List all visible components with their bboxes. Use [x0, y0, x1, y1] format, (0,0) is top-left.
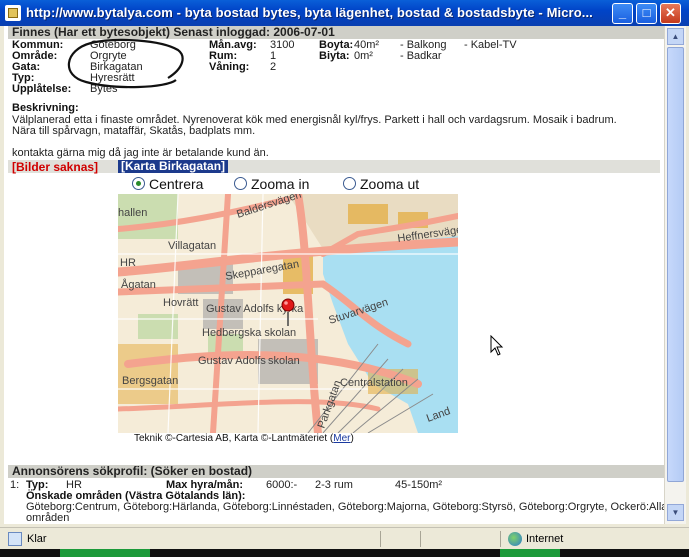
browser-window: http://www.bytalya.com - byta bostad byt… — [0, 0, 689, 557]
profile-header: Annonsörens sökprofil: (Söker en bostad) — [8, 465, 664, 478]
radio-zooma-in[interactable]: Zooma in — [234, 176, 309, 192]
feature-kabel-tv: - Kabel-TV — [464, 39, 517, 51]
radio-centrera[interactable]: Centrera — [132, 176, 203, 192]
biyta-label: Biyta: — [319, 50, 350, 62]
mouse-cursor-icon — [490, 335, 504, 356]
zone-text: Internet — [526, 533, 564, 545]
map-label-hovratt: Hovrätt — [163, 297, 198, 309]
vertical-scrollbar[interactable]: ▲ ▼ — [664, 26, 686, 524]
maximize-button[interactable]: □ — [636, 3, 657, 24]
radio-checked-icon — [132, 177, 145, 190]
profile-rum-value: 2-3 rum — [315, 479, 353, 491]
map-label-hr: HR — [120, 257, 136, 269]
page-content: Finnes (Har ett bytesobjekt) Senast inlo… — [4, 26, 664, 524]
status-text: Klar — [27, 533, 47, 545]
map-credit-text: Teknik ©-Cartesia AB, Karta ©-Lantmäteri… — [134, 433, 334, 444]
vaning-label: Våning: — [209, 61, 250, 73]
profile-omraden-line2: områden — [26, 512, 70, 524]
kontakt-text: kontakta gärna mig då jag inte är betala… — [12, 147, 269, 159]
map-label-gustav: Gustav Adolfs — [198, 355, 266, 367]
map-credit-close: ) — [350, 433, 354, 444]
scroll-down-arrow-icon[interactable]: ▼ — [667, 504, 684, 521]
close-button[interactable]: ✕ — [660, 3, 681, 24]
radio-zooma-in-label: Zooma in — [251, 176, 310, 192]
map-label-villagatan: Villagatan — [168, 240, 216, 252]
page-status-icon — [8, 532, 22, 546]
map-view[interactable]: Baldersvägen Villagatan hallen HR Ågatan… — [118, 194, 458, 433]
ie-page-icon — [5, 5, 21, 21]
map-label-skolan2: skolan — [268, 355, 300, 367]
profile-number: 1: — [10, 479, 20, 491]
map-credit: Teknik ©-Cartesia AB, Karta ©-Lantmäteri… — [134, 433, 354, 444]
radio-unchecked-icon — [343, 177, 356, 190]
radio-unchecked-icon — [234, 177, 247, 190]
tab-bilder-saknas[interactable]: [Bilder saknas] — [12, 160, 98, 174]
status-divider — [500, 531, 501, 547]
map-label-bergsgatan: Bergsgatan — [122, 375, 178, 387]
biyta-value: 0m² — [354, 50, 373, 62]
internet-zone-icon — [508, 532, 522, 546]
background-strip — [0, 549, 689, 557]
map-canvas: Baldersvägen Villagatan hallen HR Ågatan… — [118, 194, 458, 433]
map-label-skolan: Hedbergska skolan — [202, 327, 296, 339]
radio-zooma-ut[interactable]: Zooma ut — [343, 176, 419, 192]
map-label-hallen: hallen — [118, 207, 147, 219]
radio-centrera-label: Centrera — [149, 176, 204, 192]
status-bar: Klar Internet — [0, 527, 689, 550]
profile-maxhyra-value: 6000:- — [266, 479, 298, 491]
profile-omraden-line1: Göteborg:Centrum, Göteborg:Härlanda, Göt… — [26, 501, 664, 513]
minimize-button[interactable]: _ — [612, 3, 633, 24]
status-divider — [380, 531, 381, 547]
vaning-value: 2 — [270, 61, 277, 73]
feature-badkar: - Badkar — [400, 50, 442, 62]
radio-zooma-ut-label: Zooma ut — [360, 176, 420, 192]
tabs-bar — [8, 160, 660, 173]
beskrivning-line2: Nära till spårvagn, mataffär, Skatås, ba… — [12, 125, 256, 137]
map-label-agatan: Ågatan — [121, 278, 156, 291]
profile-yta-value: 45-150m² — [395, 479, 443, 491]
window-title: http://www.bytalya.com - byta bostad byt… — [26, 5, 593, 20]
scroll-up-arrow-icon[interactable]: ▲ — [667, 28, 684, 45]
map-credit-more-link[interactable]: Mer — [333, 433, 350, 444]
scroll-thumb[interactable] — [667, 47, 684, 482]
map-label-centralstation: Centralstation — [340, 377, 408, 389]
status-divider — [420, 531, 421, 547]
title-bar[interactable]: http://www.bytalya.com - byta bostad byt… — [0, 0, 689, 26]
beskrivning-label: Beskrivning: — [12, 102, 79, 114]
hand-drawn-circle — [67, 38, 184, 89]
tab-karta[interactable]: [Karta Birkagatan] — [118, 160, 229, 173]
